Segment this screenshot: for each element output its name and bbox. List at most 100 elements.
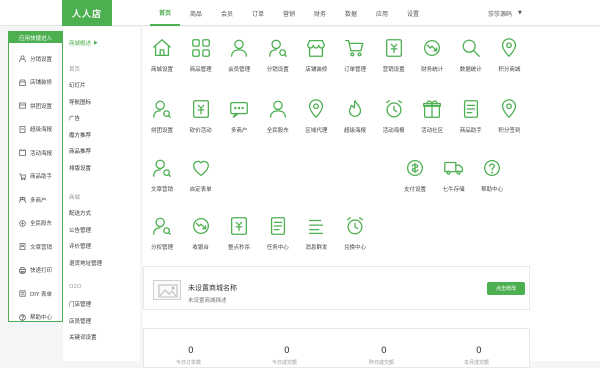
side2-item[interactable]: 商品推荐 (69, 147, 91, 155)
main-nav: 首页商品会员订单营销财务数据应用设置 (150, 0, 429, 26)
app-tile-icon (305, 215, 327, 237)
app-tile-icon (421, 98, 443, 120)
side2-item[interactable]: 魔方推荐 (69, 131, 91, 139)
app-tile[interactable]: 积分商城 (484, 37, 534, 83)
side2-active-item[interactable]: 商城概述 ▶ (69, 39, 98, 47)
app-tile-icon (305, 37, 327, 59)
app-tile-label: 分权管理 (151, 243, 173, 251)
app-tile-icon (267, 215, 289, 237)
side2-item[interactable]: 门店管理 (69, 300, 91, 308)
app-tile-icon (151, 98, 173, 120)
side2-item[interactable]: 广告 (69, 114, 80, 122)
app-tile-icon (344, 37, 366, 59)
app-tile-label: 营销设置 (383, 65, 405, 73)
side2-item[interactable]: 幻灯片 (69, 81, 86, 89)
side2-active-label: 商城概述 (69, 39, 91, 47)
stat-label: 今日成交额 (272, 359, 297, 366)
app-tile-label: 店铺装修 (305, 65, 327, 73)
quick-item-4[interactable]: 活动海报 (9, 141, 62, 165)
quick-item-9[interactable]: 快递打印 (9, 259, 62, 283)
quick-item-2[interactable]: 拼团设置 (9, 94, 62, 118)
stat-label: 今日订单数 (176, 359, 201, 366)
quick-item-3[interactable]: 超级海报 (9, 118, 62, 142)
quick-item-10[interactable]: DIY 表单 (9, 282, 62, 306)
app-tile-icon (267, 98, 289, 120)
side2-item[interactable]: 关键词设置 (69, 333, 97, 341)
app-tile-icon (190, 215, 212, 237)
nav-tab-3[interactable]: 订单 (243, 0, 273, 26)
edit-shop-button[interactable]: 点击修改 (487, 282, 525, 295)
stat-label: 昨日成交额 (369, 359, 394, 366)
nav-tab-7[interactable]: 应用 (367, 0, 397, 26)
quick-item-0[interactable]: 分销设置 (9, 47, 62, 71)
nav-tab-4[interactable]: 营销 (274, 0, 304, 26)
side2-group-title: 商城 (69, 193, 80, 201)
quick-item-label: 全民股东 (30, 219, 52, 227)
quick-item-label: 分销设置 (30, 55, 52, 63)
app-tile[interactable]: 积分签到 (484, 98, 534, 144)
quick-item-11[interactable]: 帮助中心 (9, 306, 62, 330)
app-tile-icon (498, 98, 520, 120)
app-tile-label: 七牛存储 (443, 185, 465, 193)
user-menu[interactable]: 莎莎源码 ▼ (488, 0, 522, 26)
side2-item[interactable]: 导航图标 (69, 98, 91, 106)
quick-item-label: 帮助中心 (30, 313, 52, 321)
activity-icon (19, 149, 26, 156)
app-tile-label: 拼团设置 (151, 126, 173, 134)
stat-value: 0 (284, 346, 290, 356)
users-icon (19, 55, 26, 62)
nav-tab-6[interactable]: 数据 (336, 0, 366, 26)
app-tile-icon (344, 215, 366, 237)
quick-access-list: 分销设置店铺装修拼团设置超级海报活动海报商品助手多商户全民股东文章营销快递打印 D… (9, 43, 62, 329)
quick-access-title: 应用快捷进入 (9, 32, 62, 43)
quick-item-label: 快递打印 (30, 266, 52, 274)
app-tile-label: 区域代理 (305, 126, 327, 134)
app-tile-icon (190, 37, 212, 59)
shop-description: 未设置商城描述 (188, 296, 227, 304)
app-tile-label: 文章营销 (151, 185, 173, 193)
quick-item-1[interactable]: 店铺装修 (9, 71, 62, 95)
stats-card: 0今日订单数0今日成交额0昨日成交额0本月成交额 (143, 328, 530, 368)
side2-item[interactable]: 退货地址管理 (69, 259, 102, 267)
side2-group-title: O2O (69, 284, 81, 290)
app-tile[interactable]: 兑换中心 (330, 215, 380, 261)
app-tile-label: 会员管理 (228, 65, 250, 73)
quick-item-5[interactable]: 商品助手 (9, 165, 62, 189)
app-tile-label: 整点秒杀 (228, 243, 250, 251)
quick-item-8[interactable]: 文章营销 (9, 235, 62, 259)
quick-item-7[interactable]: 全民股东 (9, 212, 62, 236)
app-tile-icon (498, 37, 520, 59)
caret-down-icon: ▼ (518, 10, 522, 16)
help-icon (19, 314, 26, 321)
nav-tab-1[interactable]: 商品 (181, 0, 211, 26)
image-icon (154, 281, 182, 301)
app-tile-label: 砍价活动 (190, 126, 212, 134)
quick-item-6[interactable]: 多商户 (9, 188, 62, 212)
app-tile-icon (228, 37, 250, 59)
app-tile[interactable]: 帮助中心 (467, 157, 517, 203)
app-tile-label: 商品助手 (460, 126, 482, 134)
app-logo[interactable]: 人人店 (62, 0, 112, 26)
app-tile-label: 任务中心 (267, 243, 289, 251)
side2-item[interactable]: 评价管理 (69, 242, 91, 250)
app-tile-icon (190, 157, 212, 179)
nav-tab-0[interactable]: 首页 (150, 0, 180, 26)
app-tile-label: 活动社区 (421, 126, 443, 134)
side2-item[interactable]: 排版设置 (69, 164, 91, 172)
quick-item-label: 活动海报 (30, 149, 52, 157)
shop-name: 未设置商城名称 (188, 283, 237, 293)
app-tile[interactable]: 自定表单 (176, 157, 226, 203)
side2-item[interactable]: 公告管理 (69, 226, 91, 234)
app-tile-icon (421, 37, 443, 59)
stat-value: 0 (476, 346, 482, 356)
side2-item[interactable]: 配送方式 (69, 209, 91, 217)
app-tile-label: 商品管理 (190, 65, 212, 73)
quick-item-label: 店铺装修 (30, 78, 52, 86)
nav-tab-2[interactable]: 会员 (212, 0, 242, 26)
side2-item[interactable]: 店员管理 (69, 317, 91, 325)
nav-tab-5[interactable]: 财务 (305, 0, 335, 26)
app-tile-icon (267, 37, 289, 59)
nav-tab-8[interactable]: 设置 (398, 0, 428, 26)
app-tile-icon (305, 98, 327, 120)
app-tile-label: 自定表单 (190, 185, 212, 193)
